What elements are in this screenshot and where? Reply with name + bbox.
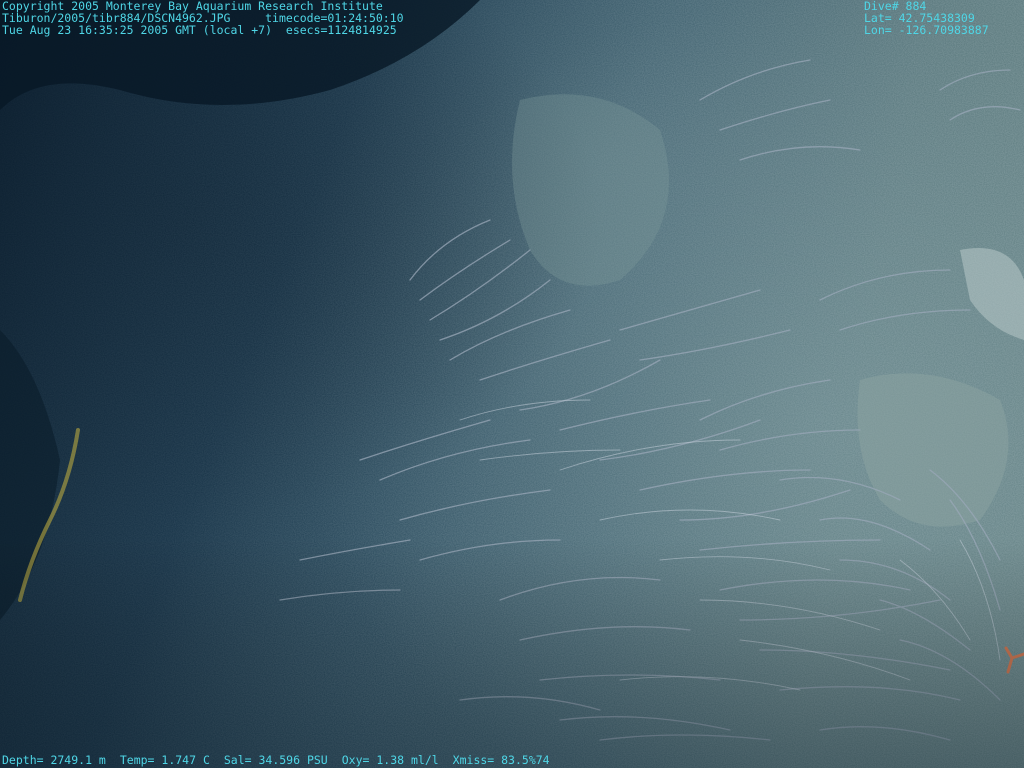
seafloor-scene [0, 0, 1024, 768]
oxy-label: Oxy= 1.38 ml/l [341, 753, 439, 767]
xmiss-label: Xmiss= 83.5%74 [452, 753, 550, 767]
temp-label: Temp= 1.747 C [119, 753, 210, 767]
seafloor-photo: Copyright 2005 Monterey Bay Aquarium Res… [0, 0, 1024, 768]
bottom-fade [0, 0, 1024, 768]
sensor-footer: Depth= 2749.1 m Temp= 1.747 C Sal= 34.596 … [2, 754, 550, 766]
header-right: Dive# 884 Lat= 42.75438309 Lon= -126.70983… [864, 0, 989, 36]
lon-label: Lon= -126.70983887 [864, 23, 989, 37]
date-esecs-line: Tue Aug 23 16:35:25 2005 GMT (local +7) … [2, 24, 404, 36]
depth-label: Depth= 2749.1 m [2, 753, 106, 767]
date-label: Tue Aug 23 16:35:25 2005 GMT (local +7) [2, 23, 273, 37]
esecs-label: esecs=1124814925 [285, 23, 397, 37]
header-left: Copyright 2005 Monterey Bay Aquarium Res… [2, 0, 404, 36]
sal-label: Sal= 34.596 PSU [223, 753, 328, 767]
